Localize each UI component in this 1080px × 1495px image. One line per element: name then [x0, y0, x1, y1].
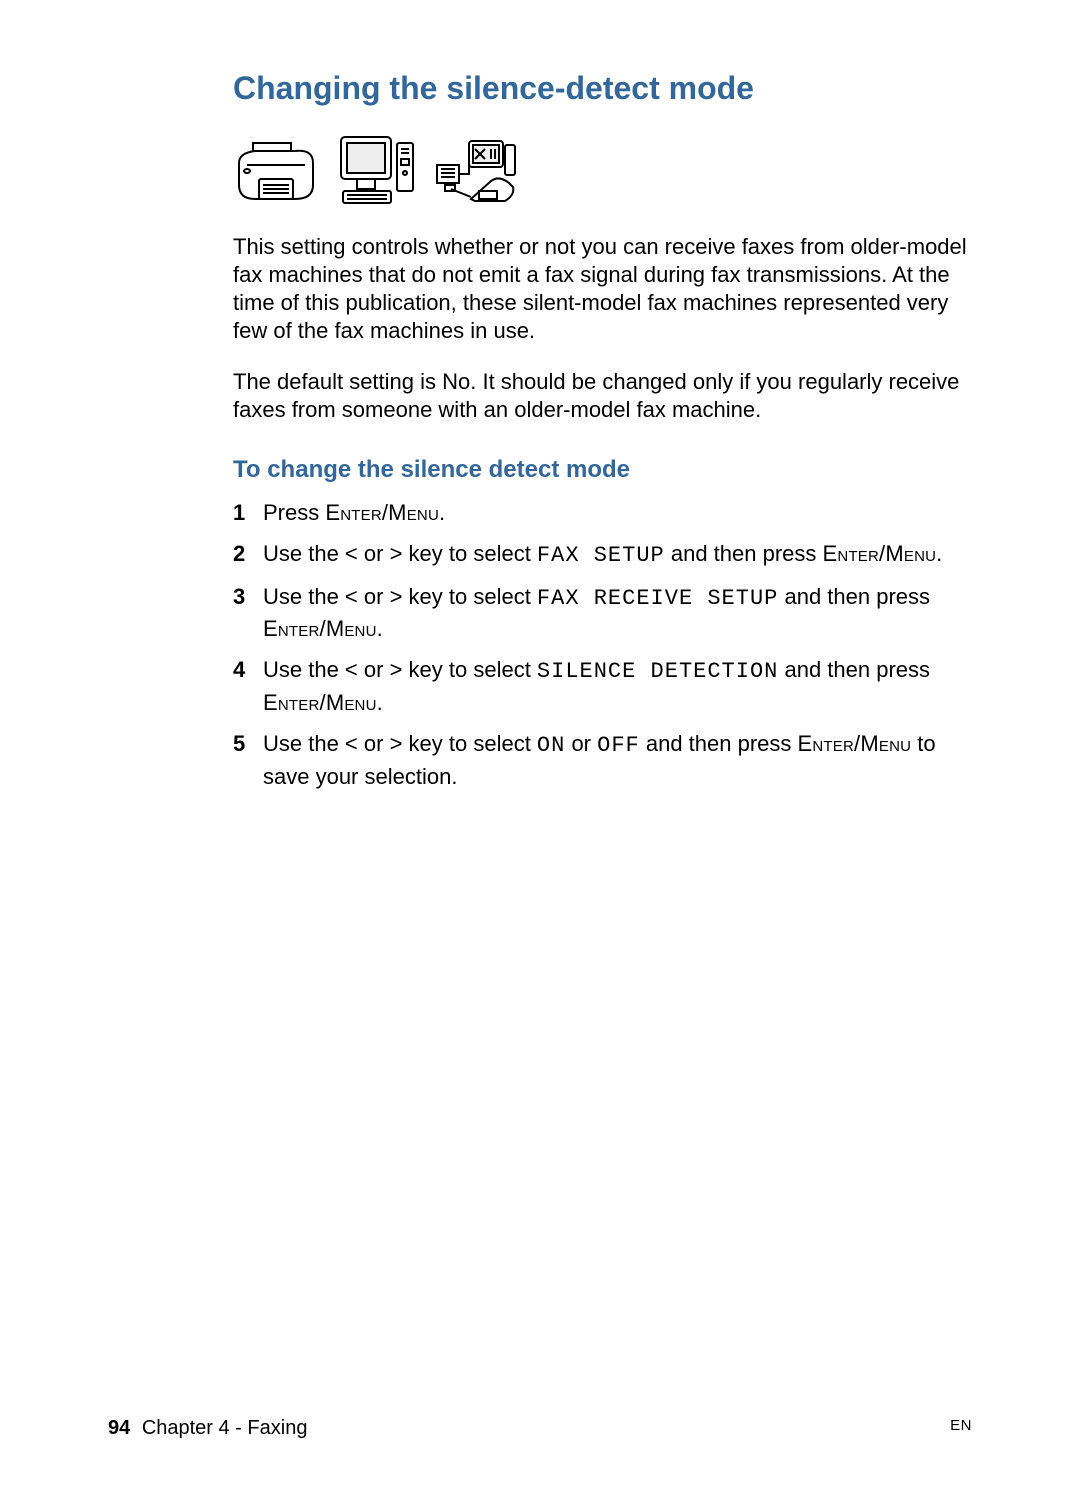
step-number: 4 [233, 655, 263, 719]
procedure-step: 5Use the < or > key to select ON or OFF … [233, 729, 972, 793]
key-label: Enter/Menu [823, 541, 937, 566]
display-text: ON [537, 733, 565, 758]
display-text: SILENCE DETECTION [537, 659, 778, 684]
step-number: 5 [233, 729, 263, 793]
key-label: Enter/Menu [263, 616, 377, 641]
step-number: 2 [233, 539, 263, 572]
page-footer: 94 Chapter 4 - Faxing EN [108, 1417, 972, 1440]
display-text: FAX RECEIVE SETUP [537, 586, 778, 611]
step-text: Use the < or > key to select FAX RECEIVE… [263, 582, 972, 646]
procedure-list: 1Press Enter/Menu.2Use the < or > key to… [233, 498, 972, 792]
display-text: OFF [597, 733, 640, 758]
key-label: Enter/Menu [325, 500, 439, 525]
procedure-step: 3Use the < or > key to select FAX RECEIV… [233, 582, 972, 646]
device-icons-row [233, 133, 972, 207]
main-content: Changing the silence-detect mode [233, 70, 972, 792]
network-computer-fax-icon [435, 139, 517, 207]
printer-icon [233, 137, 319, 207]
key-label: Enter/Menu [798, 731, 912, 756]
subsection-heading: To change the silence detect mode [233, 456, 972, 484]
footer-left: 94 Chapter 4 - Faxing [108, 1417, 307, 1440]
step-text: Use the < or > key to select FAX SETUP a… [263, 539, 972, 572]
chapter-label: Chapter 4 - Faxing [142, 1417, 308, 1439]
procedure-step: 2Use the < or > key to select FAX SETUP … [233, 539, 972, 572]
step-text: Use the < or > key to select ON or OFF a… [263, 729, 972, 793]
key-label: Enter/Menu [263, 690, 377, 715]
intro-paragraph-1: This setting controls whether or not you… [233, 233, 972, 346]
page-number: 94 [108, 1417, 130, 1439]
desktop-computer-icon [337, 133, 417, 207]
footer-right: EN [950, 1417, 972, 1440]
step-text: Use the < or > key to select SILENCE DET… [263, 655, 972, 719]
document-page: Changing the silence-detect mode [0, 0, 1080, 1495]
step-text: Press Enter/Menu. [263, 498, 972, 529]
intro-paragraph-2: The default setting is No. It should be … [233, 368, 972, 424]
step-number: 3 [233, 582, 263, 646]
section-heading: Changing the silence-detect mode [233, 70, 972, 107]
step-number: 1 [233, 498, 263, 529]
procedure-step: 4Use the < or > key to select SILENCE DE… [233, 655, 972, 719]
display-text: FAX SETUP [537, 543, 665, 568]
procedure-step: 1Press Enter/Menu. [233, 498, 972, 529]
